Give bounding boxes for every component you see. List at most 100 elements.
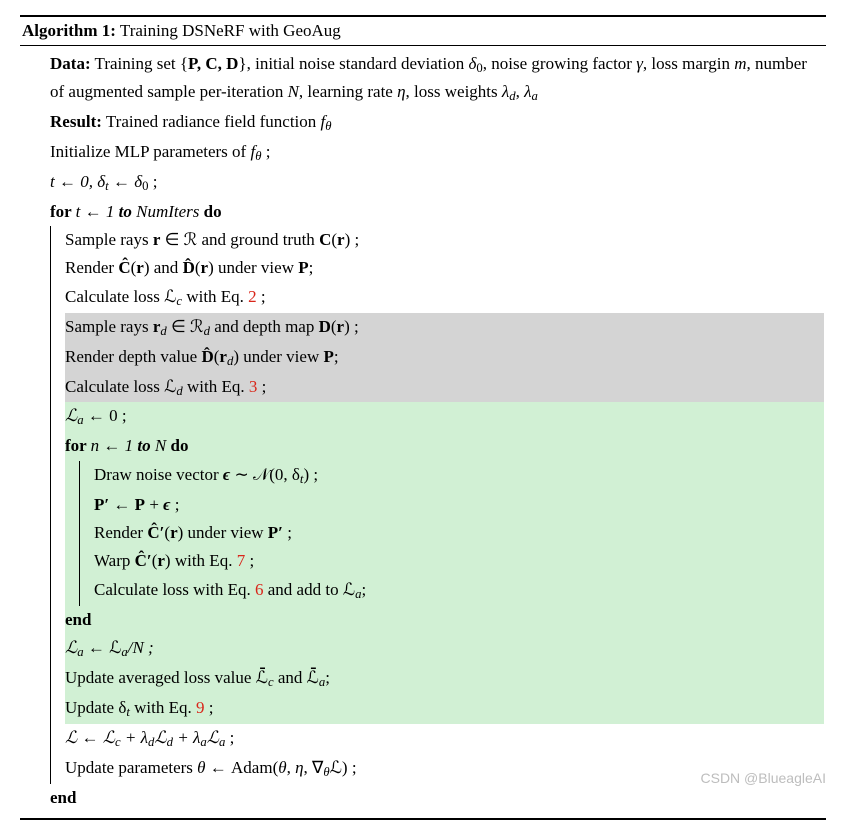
t: Sample rays: [65, 230, 153, 249]
result-line: Result: Trained radiance field function …: [22, 108, 824, 138]
t: +: [145, 495, 163, 514]
t: m: [734, 54, 746, 73]
t: ℒ: [207, 728, 219, 747]
t: Update averaged loss value ℒ̄: [65, 668, 268, 687]
sample-rd-line: Sample rays rd ∈ ℛd and depth map D(r) ;: [65, 313, 824, 343]
t: , noise growing factor: [483, 54, 636, 73]
t: Calculate loss ℒ: [65, 377, 176, 396]
la-avg-line: ℒa ← ℒa/N ;: [65, 634, 824, 664]
t: ) ;: [303, 465, 318, 484]
t: Render depth value: [65, 347, 201, 366]
t: Update parameters: [65, 758, 197, 777]
for-outer: for t ← 1 to NumIters do: [22, 198, 824, 226]
t: ← δ: [109, 172, 142, 191]
t: r: [157, 551, 165, 570]
inner-block: Draw noise vector ϵ ∼ 𝒩(0, δt) ; P′ ← P …: [65, 461, 824, 606]
eq-ref-7[interactable]: 7: [237, 551, 246, 570]
render-depth-line: Render depth value D̂(rd) under view P;: [65, 343, 824, 373]
t: + λ: [121, 728, 148, 747]
t: r: [201, 258, 209, 277]
algorithm-box: Algorithm 1: Training DSNeRF with GeoAug…: [20, 15, 826, 820]
t: ;: [261, 142, 270, 161]
t: ℒ: [154, 728, 166, 747]
t: P: [323, 347, 333, 366]
t: with Eq.: [130, 698, 196, 717]
t: r: [136, 258, 144, 277]
t: ) ;: [344, 317, 359, 336]
t: Calculate loss with Eq.: [94, 580, 255, 599]
t: Sample rays: [65, 317, 153, 336]
t: do: [166, 436, 188, 455]
algorithm-title: Algorithm 1: Training DSNeRF with GeoAug: [20, 17, 826, 46]
t: ∼ 𝒩(0, δ: [230, 465, 300, 484]
t: ;: [325, 668, 330, 687]
t: P′: [268, 523, 283, 542]
t: Draw noise vector: [94, 465, 223, 484]
t: and ℒ̄: [274, 668, 319, 687]
t: r: [337, 317, 345, 336]
t: λ: [524, 82, 531, 101]
algorithm-body: Data: Training set {P, C, D}, initial no…: [20, 46, 826, 818]
t: ,: [287, 758, 296, 777]
title-rest: Training DSNeRF with GeoAug: [116, 21, 341, 40]
t: ℒ) ;: [330, 758, 357, 777]
render-chat-line: Render Ĉ(r) and D̂(r) under view P;: [65, 254, 824, 282]
t: η: [295, 758, 303, 777]
t0-line: t ← 0, δt ← δ0 ;: [22, 168, 824, 198]
t: Render: [94, 523, 147, 542]
t: η: [397, 82, 405, 101]
t: r: [170, 523, 178, 542]
t: ;: [283, 523, 292, 542]
t: end: [65, 610, 91, 629]
t: Ĉ′: [135, 551, 152, 570]
update-delta-line: Update δt with Eq. 9 ;: [65, 694, 824, 724]
eq-ref-2[interactable]: 2: [248, 287, 257, 306]
eq-ref-9[interactable]: 9: [196, 698, 205, 717]
calc-ld-line: Calculate loss ℒd with Eq. 3 ;: [65, 373, 824, 403]
draw-noise-line: Draw noise vector ϵ ∼ 𝒩(0, δt) ;: [94, 461, 824, 491]
t: N: [155, 436, 166, 455]
render-cprime-line: Render Ĉ′(r) under view P′ ;: [94, 519, 824, 547]
total-loss-line: ℒ ← ℒc + λdℒd + λaℒa ;: [65, 724, 824, 754]
t: P, C, D: [188, 54, 238, 73]
t: ;: [148, 172, 157, 191]
t: ← 0 ;: [84, 406, 127, 425]
t: do: [199, 202, 221, 221]
t: ;: [170, 495, 179, 514]
t: n ← 1: [91, 436, 134, 455]
t: and add to ℒ: [264, 580, 356, 599]
t: r: [337, 230, 345, 249]
t: ;: [361, 580, 366, 599]
t: P: [135, 495, 145, 514]
t: ← ℒ: [84, 638, 122, 657]
data-label: Data:: [50, 54, 91, 73]
t: for: [65, 436, 91, 455]
t: θ: [197, 758, 205, 777]
calc-lc-line: Calculate loss ℒc with Eq. 2 ;: [65, 283, 824, 313]
t: + λ: [173, 728, 200, 747]
block-content: Sample rays r ∈ ℛ and ground truth C(r) …: [51, 226, 824, 784]
end-inner: end: [65, 606, 824, 634]
t: }, initial noise standard deviation: [238, 54, 468, 73]
t: Training set {: [91, 54, 188, 73]
eq-ref-6[interactable]: 6: [255, 580, 264, 599]
t: ;: [225, 728, 234, 747]
t: ) under view: [233, 347, 323, 366]
t: ;: [205, 698, 214, 717]
t: D: [319, 317, 331, 336]
warp-line: Warp Ĉ′(r) with Eq. 7 ;: [94, 547, 824, 575]
t: ∈ ℛ and ground truth: [160, 230, 319, 249]
pprime-line: P′ ← P + ϵ ;: [94, 491, 824, 519]
t: θ: [325, 119, 331, 133]
t: with Eq.: [182, 287, 248, 306]
block-content: Draw noise vector ϵ ∼ 𝒩(0, δt) ; P′ ← P …: [80, 461, 824, 606]
t: Render: [65, 258, 118, 277]
t: , ∇: [304, 758, 324, 777]
t: P: [298, 258, 308, 277]
t: for: [50, 202, 76, 221]
t: ℒ: [65, 406, 77, 425]
t: a: [532, 89, 538, 103]
t: ←: [109, 495, 135, 514]
t: N: [288, 82, 299, 101]
result-label: Result:: [50, 112, 102, 131]
